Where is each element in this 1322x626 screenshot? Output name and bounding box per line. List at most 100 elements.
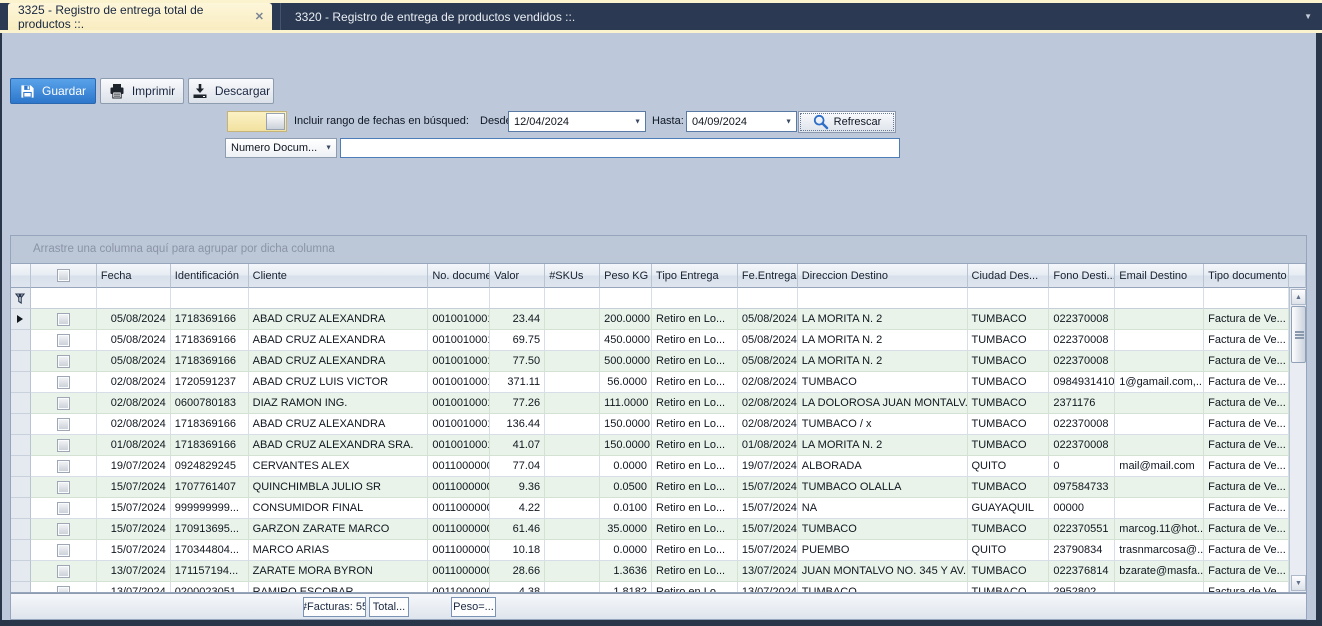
table-row[interactable]: 19/07/2024 0924829245 CERVANTES ALEX 001100… (11, 456, 1289, 477)
save-button[interactable]: Guardar (10, 78, 96, 104)
cell-no-documento: 00100100015... (428, 351, 491, 372)
filter-cell[interactable] (1115, 288, 1205, 309)
table-row[interactable]: 01/08/2024 1718369166 ABAD CRUZ ALEXANDRA … (11, 435, 1289, 456)
cell-peso-kg: 200.0000 (600, 309, 653, 330)
cell-email-destino (1115, 582, 1205, 592)
column-header-tipo-entrega[interactable]: Tipo Entrega (652, 264, 738, 288)
filter-cell[interactable] (170, 288, 249, 309)
table-row[interactable]: 13/07/2024 171157194... ZARATE MORA BYRON 0… (11, 561, 1289, 582)
column-header-tipo-documento[interactable]: Tipo documento (1204, 264, 1290, 288)
row-checkbox[interactable] (56, 375, 70, 389)
row-checkbox[interactable] (56, 333, 70, 347)
search-input[interactable] (340, 138, 900, 158)
toggle-handle[interactable] (266, 113, 285, 130)
filter-cell[interactable] (30, 288, 97, 309)
cell-tipo-entrega: Retiro en Lo... (652, 477, 738, 498)
filter-cell[interactable] (1204, 288, 1289, 309)
table-row[interactable]: 02/08/2024 0600780183 DIAZ RAMON ING. 00100… (11, 393, 1289, 414)
filter-cell[interactable] (1049, 288, 1116, 309)
column-header-identificaci-n[interactable]: Identificación (170, 264, 249, 288)
filter-cell[interactable] (428, 288, 491, 309)
column-header-cliente[interactable]: Cliente (248, 264, 429, 288)
cell-identificaci-n: 0924829245 (170, 456, 249, 477)
row-checkbox[interactable] (56, 501, 70, 515)
column-header-peso-kg[interactable]: Peso KG (600, 264, 653, 288)
row-checkbox[interactable] (56, 543, 70, 557)
chevron-down-icon[interactable]: ▼ (634, 118, 641, 125)
print-button[interactable]: Imprimir (100, 78, 184, 104)
row-indicator (11, 540, 31, 561)
cell-ciudad-des: TUMBACO (967, 414, 1050, 435)
vertical-scrollbar[interactable]: ▲ ▼ (1289, 288, 1306, 592)
cell-direccion-destino: LA MORITA N. 2 (797, 309, 968, 330)
select-column-header[interactable] (30, 264, 97, 288)
filter-cell[interactable] (967, 288, 1050, 309)
table-row[interactable]: 05/08/2024 1718369166 ABAD CRUZ ALEXANDRA 0… (11, 330, 1289, 351)
filter-cell[interactable] (797, 288, 968, 309)
row-checkbox[interactable] (56, 417, 70, 431)
filter-cell[interactable] (96, 288, 171, 309)
row-checkbox[interactable] (56, 438, 70, 452)
table-row[interactable]: 05/08/2024 1718369166 ABAD CRUZ ALEXANDRA 0… (11, 309, 1289, 330)
chevron-down-icon[interactable]: ▼ (325, 145, 332, 152)
filter-cell[interactable] (248, 288, 429, 309)
tab-3320[interactable]: 3320 - Registro de entrega de productos … (280, 3, 589, 30)
scroll-down-icon[interactable]: ▼ (1291, 575, 1306, 591)
table-row[interactable]: 15/07/2024 1707761407 QUINCHIMBLA JULIO SR… (11, 477, 1289, 498)
cell-no-documento: 00100100015... (428, 330, 491, 351)
column-header-fono-desti[interactable]: Fono Desti... (1049, 264, 1116, 288)
cell-direccion-destino: LA MORITA N. 2 (797, 330, 968, 351)
table-row[interactable]: 15/07/2024 170344804... MARCO ARIAS 0011000… (11, 540, 1289, 561)
chevron-down-icon[interactable]: ▼ (785, 118, 792, 125)
filter-cell[interactable] (737, 288, 798, 309)
filter-cell[interactable] (600, 288, 653, 309)
search-field-selector[interactable]: Numero Docum... ▼ (225, 138, 337, 158)
select-all-checkbox[interactable] (56, 269, 70, 282)
table-row[interactable]: 02/08/2024 1718369166 ABAD CRUZ ALEXANDRA 0… (11, 414, 1289, 435)
from-date-picker[interactable]: 12/04/2024 ▼ (508, 111, 646, 132)
row-checkbox[interactable] (56, 564, 70, 578)
row-checkbox[interactable] (56, 522, 70, 536)
row-checkbox[interactable] (56, 585, 70, 592)
table-row[interactable]: 15/07/2024 999999999... CONSUMIDOR FINAL 00… (11, 498, 1289, 519)
column-header-fe-entrega[interactable]: Fe.Entrega (737, 264, 798, 288)
column-header-direccion-destino[interactable]: Direccion Destino (797, 264, 968, 288)
filter-cell[interactable] (545, 288, 601, 309)
row-checkbox[interactable] (56, 396, 70, 410)
cell-peso-kg: 0.0100 (600, 498, 653, 519)
column-header-valor[interactable]: Valor (490, 264, 546, 288)
table-row[interactable]: 02/08/2024 1720591237 ABAD CRUZ LUIS VICTO… (11, 372, 1289, 393)
date-range-toggle[interactable] (227, 111, 287, 132)
cell-tipo-documento: Factura de Ve... (1204, 540, 1289, 561)
row-checkbox[interactable] (56, 354, 70, 368)
column-header-fecha[interactable]: Fecha (96, 264, 171, 288)
cell-tipo-documento: Factura de Ve... (1204, 330, 1289, 351)
filter-cell[interactable] (490, 288, 546, 309)
row-checkbox[interactable] (56, 312, 70, 326)
filter-cell[interactable] (652, 288, 738, 309)
cell-no-documento: 00110000003... (428, 540, 491, 561)
to-date-picker[interactable]: 04/09/2024 ▼ (686, 111, 797, 132)
chevron-down-icon[interactable]: ▼ (1304, 12, 1312, 21)
grid-header-row: FechaIdentificaciónClienteNo. documentoV… (11, 264, 1306, 288)
group-by-panel[interactable]: Arrastre una columna aquí para agrupar p… (11, 236, 1306, 264)
column-header-no-documento[interactable]: No. documento (428, 264, 491, 288)
cell-tipo-documento: Factura de Ve... (1204, 414, 1289, 435)
column-header-ciudad-des[interactable]: Ciudad Des... (967, 264, 1050, 288)
download-button[interactable]: Descargar (188, 78, 274, 104)
cell-cliente: DIAZ RAMON ING. (248, 393, 429, 414)
tab-3325[interactable]: 3325 - Registro de entrega total de prod… (8, 3, 272, 31)
table-row[interactable]: 13/07/2024 0200023051 RAMIRO ESCOBAR 001100… (11, 582, 1289, 592)
column-header-email-destino[interactable]: Email Destino (1115, 264, 1205, 288)
cell-tipo-documento: Factura de Ve... (1204, 561, 1289, 582)
main-content: Guardar Imprimir Descargar Incluir rango… (2, 33, 1316, 620)
scroll-up-icon[interactable]: ▲ (1291, 289, 1306, 305)
row-checkbox[interactable] (56, 459, 70, 473)
scrollbar-thumb[interactable] (1291, 306, 1306, 363)
refresh-button[interactable]: Refrescar (798, 111, 896, 133)
table-row[interactable]: 05/08/2024 1718369166 ABAD CRUZ ALEXANDRA 0… (11, 351, 1289, 372)
column-header-skus[interactable]: #SKUs (545, 264, 601, 288)
close-icon[interactable]: ✕ (255, 10, 264, 23)
table-row[interactable]: 15/07/2024 170913695... GARZON ZARATE MARC… (11, 519, 1289, 540)
row-checkbox[interactable] (56, 480, 70, 494)
